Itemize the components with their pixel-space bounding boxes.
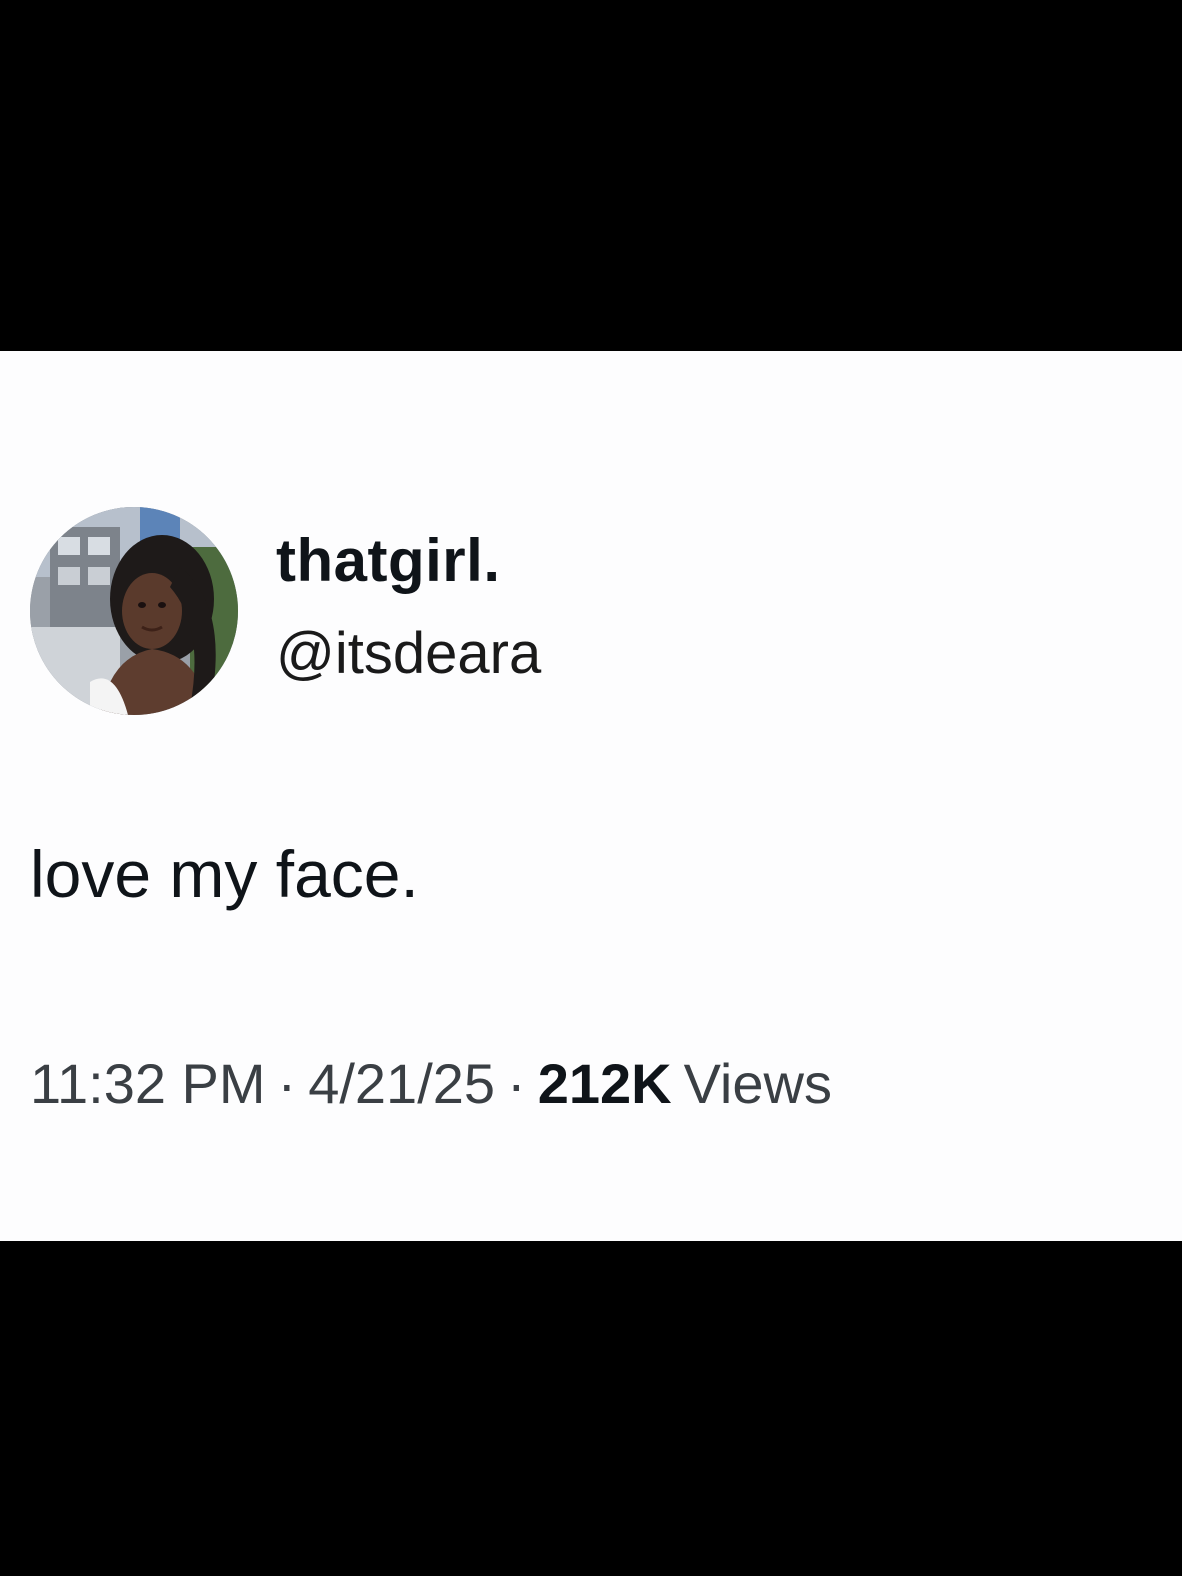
tweet-date[interactable]: 4/21/25 <box>308 1052 495 1115</box>
meta-separator: · <box>277 1052 297 1115</box>
author-display-name[interactable]: thatgirl. <box>276 531 501 591</box>
avatar[interactable] <box>30 507 238 715</box>
tweet-card: thatgirl. @itsdeara love my face. 11:32 … <box>0 351 1182 1241</box>
meta-separator: · <box>507 1052 526 1115</box>
tweet-text: love my face. <box>30 837 419 911</box>
tweet-time[interactable]: 11:32 PM <box>30 1052 266 1115</box>
avatar-photo <box>30 507 238 715</box>
author-handle[interactable]: @itsdeara <box>276 625 541 683</box>
tweet-meta: 11:32 PM · 4/21/25 · 212K Views <box>30 1056 832 1112</box>
views-count[interactable]: 212K <box>538 1052 672 1115</box>
video-frame: thatgirl. @itsdeara love my face. 11:32 … <box>0 0 1182 1576</box>
views-label: Views <box>683 1052 832 1115</box>
